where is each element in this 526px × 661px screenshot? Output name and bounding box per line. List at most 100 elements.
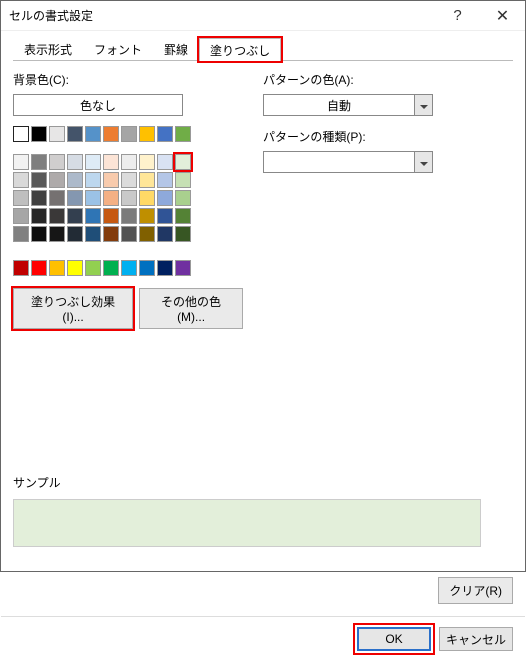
chevron-down-icon[interactable] xyxy=(414,95,432,115)
color-swatch[interactable] xyxy=(67,172,83,188)
color-swatch[interactable] xyxy=(157,260,173,276)
color-swatch[interactable] xyxy=(121,154,137,170)
color-swatch[interactable] xyxy=(175,154,191,170)
pattern-type-label: パターンの種類(P): xyxy=(263,128,513,145)
color-swatch[interactable] xyxy=(49,172,65,188)
palette-top-row xyxy=(13,126,243,142)
color-swatch[interactable] xyxy=(13,190,29,206)
help-button[interactable]: ? xyxy=(435,1,480,30)
color-swatch[interactable] xyxy=(85,154,101,170)
color-swatch[interactable] xyxy=(175,126,191,142)
palette-standard xyxy=(13,260,243,276)
dialog-body: 表示形式 フォント 罫線 塗りつぶし 背景色(C): 色なし 塗りつぶし効果(I… xyxy=(1,31,525,616)
color-swatch[interactable] xyxy=(31,190,47,206)
color-swatch[interactable] xyxy=(13,208,29,224)
dialog-footer: OK キャンセル xyxy=(1,616,525,661)
color-swatch[interactable] xyxy=(49,260,65,276)
fill-effects-button[interactable]: 塗りつぶし効果(I)... xyxy=(13,288,133,329)
color-swatch[interactable] xyxy=(103,154,119,170)
color-swatch[interactable] xyxy=(85,226,101,242)
no-color-button[interactable]: 色なし xyxy=(13,94,183,116)
tab-fill[interactable]: 塗りつぶし xyxy=(199,38,281,61)
color-swatch[interactable] xyxy=(85,190,101,206)
tab-number-format[interactable]: 表示形式 xyxy=(13,37,83,60)
color-swatch[interactable] xyxy=(103,172,119,188)
color-swatch[interactable] xyxy=(157,154,173,170)
color-swatch[interactable] xyxy=(31,226,47,242)
color-swatch[interactable] xyxy=(49,126,65,142)
color-swatch[interactable] xyxy=(31,260,47,276)
color-swatch[interactable] xyxy=(157,126,173,142)
color-swatch[interactable] xyxy=(121,190,137,206)
pattern-color-label: パターンの色(A): xyxy=(263,71,513,88)
pattern-type-combo[interactable] xyxy=(263,151,433,173)
color-swatch[interactable] xyxy=(175,172,191,188)
color-swatch[interactable] xyxy=(139,260,155,276)
color-swatch[interactable] xyxy=(67,208,83,224)
color-swatch[interactable] xyxy=(121,208,137,224)
bg-color-label: 背景色(C): xyxy=(13,71,243,88)
color-swatch[interactable] xyxy=(103,190,119,206)
color-swatch[interactable] xyxy=(121,260,137,276)
color-swatch[interactable] xyxy=(121,172,137,188)
ok-button[interactable]: OK xyxy=(357,627,431,651)
more-colors-button[interactable]: その他の色(M)... xyxy=(139,288,243,329)
color-swatch[interactable] xyxy=(157,226,173,242)
color-swatch[interactable] xyxy=(67,226,83,242)
color-swatch[interactable] xyxy=(85,208,101,224)
color-swatch[interactable] xyxy=(157,190,173,206)
color-swatch[interactable] xyxy=(121,126,137,142)
color-swatch[interactable] xyxy=(49,226,65,242)
color-swatch[interactable] xyxy=(31,172,47,188)
clear-button[interactable]: クリア(R) xyxy=(438,577,513,604)
color-swatch[interactable] xyxy=(67,260,83,276)
color-swatch[interactable] xyxy=(49,154,65,170)
color-swatch[interactable] xyxy=(139,126,155,142)
dialog-title: セルの書式設定 xyxy=(9,7,435,24)
color-swatch[interactable] xyxy=(49,208,65,224)
color-swatch[interactable] xyxy=(103,208,119,224)
color-swatch[interactable] xyxy=(139,172,155,188)
tab-border[interactable]: 罫線 xyxy=(153,37,199,60)
format-cells-dialog: セルの書式設定 ? ✕ 表示形式 フォント 罫線 塗りつぶし 背景色(C): 色… xyxy=(0,0,526,572)
color-swatch[interactable] xyxy=(139,154,155,170)
close-button[interactable]: ✕ xyxy=(480,1,525,30)
color-swatch[interactable] xyxy=(139,226,155,242)
tab-font[interactable]: フォント xyxy=(83,37,153,60)
color-swatch[interactable] xyxy=(31,154,47,170)
color-swatch[interactable] xyxy=(13,260,29,276)
color-swatch[interactable] xyxy=(175,190,191,206)
color-swatch[interactable] xyxy=(31,208,47,224)
color-swatch[interactable] xyxy=(175,226,191,242)
color-swatch[interactable] xyxy=(31,126,47,142)
sample-preview xyxy=(13,499,481,547)
chevron-down-icon[interactable] xyxy=(414,152,432,172)
color-swatch[interactable] xyxy=(67,126,83,142)
no-color-label: 色なし xyxy=(80,97,116,114)
palette-theme xyxy=(13,154,243,242)
color-swatch[interactable] xyxy=(67,154,83,170)
color-swatch[interactable] xyxy=(121,226,137,242)
color-swatch[interactable] xyxy=(85,126,101,142)
color-swatch[interactable] xyxy=(103,226,119,242)
color-swatch[interactable] xyxy=(139,190,155,206)
color-swatch[interactable] xyxy=(85,172,101,188)
color-swatch[interactable] xyxy=(49,190,65,206)
color-swatch[interactable] xyxy=(103,126,119,142)
color-swatch[interactable] xyxy=(157,208,173,224)
cancel-button[interactable]: キャンセル xyxy=(439,627,513,651)
color-swatch[interactable] xyxy=(103,260,119,276)
color-swatch[interactable] xyxy=(13,226,29,242)
color-swatch[interactable] xyxy=(13,172,29,188)
color-swatch[interactable] xyxy=(157,172,173,188)
color-swatch[interactable] xyxy=(67,190,83,206)
tabs: 表示形式 フォント 罫線 塗りつぶし xyxy=(13,37,513,61)
pattern-type-value xyxy=(264,152,414,172)
color-swatch[interactable] xyxy=(139,208,155,224)
color-swatch[interactable] xyxy=(13,126,29,142)
color-swatch[interactable] xyxy=(175,260,191,276)
color-swatch[interactable] xyxy=(175,208,191,224)
color-swatch[interactable] xyxy=(85,260,101,276)
color-swatch[interactable] xyxy=(13,154,29,170)
pattern-color-combo[interactable]: 自動 xyxy=(263,94,433,116)
